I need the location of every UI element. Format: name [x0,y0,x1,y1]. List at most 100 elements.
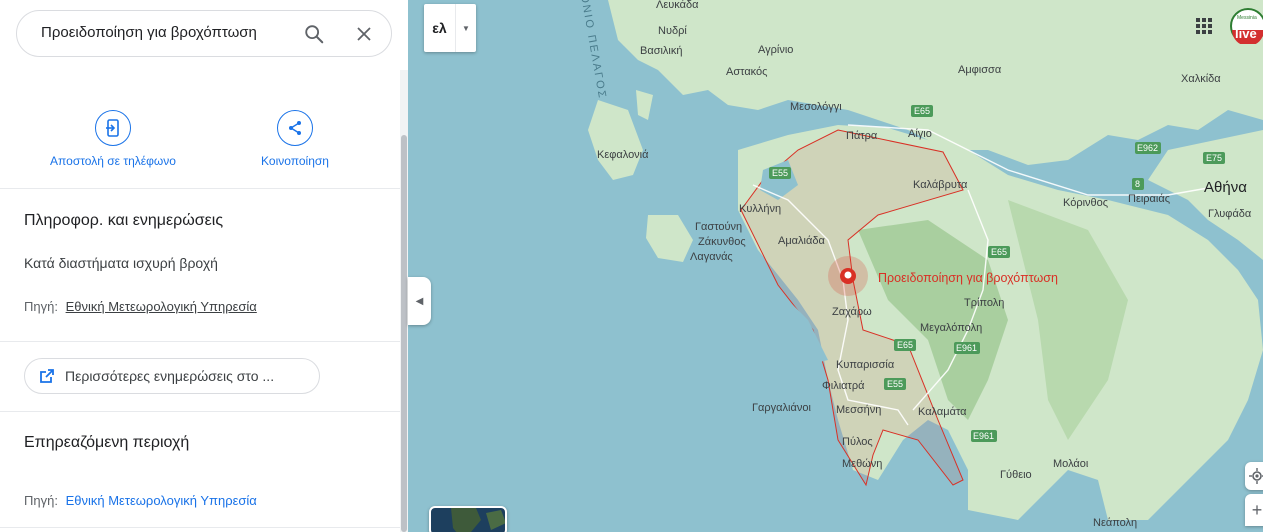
more-updates-label: Περισσότερες ενημερώσεις στο ... [65,368,275,384]
place-label: Νεάπολη [1093,517,1137,529]
language-dropdown-button[interactable]: ▼ [456,4,476,52]
divider [0,341,400,342]
affected-area-heading: Επηρεαζόμενη περιοχή [24,434,190,451]
place-label-capital: Αθήνα [1204,179,1247,196]
road-shield-label: E65 [991,247,1007,257]
road-shield-label: E65 [914,106,930,116]
ithaca-island [636,90,653,120]
place-label: Κυλλήνη [739,203,781,215]
place-label: Μεσσήνη [836,404,881,416]
divider [0,411,400,412]
send-to-phone-icon [106,119,119,137]
warning-description: Κατά διαστήματα ισχυρή βροχή [24,255,218,271]
map-canvas: ΙΟΝΙΟ ΠΕΛΑΓΟΣ Λευκάδα Νυδρί Βασιλική Αγρ… [577,0,1263,529]
logo-top-text: Messinia [1237,15,1257,21]
place-label: Μεγαλόπολη [920,322,982,334]
place-label: Αμφισσα [958,64,1002,76]
apps-grid-icon [1196,18,1212,34]
road-shield-label: E961 [956,343,977,353]
road-shield-label: E55 [772,168,788,178]
messinia-live-logo[interactable]: Messinia live [1230,8,1263,46]
send-to-phone-icon-circle [95,110,131,146]
crosshair-icon [1249,468,1263,484]
caret-down-icon: ▼ [462,23,470,33]
map-view[interactable]: ΙΟΝΙΟ ΠΕΛΑΓΟΣ Λευκάδα Νυδρί Βασιλική Αγρ… [408,0,1263,532]
my-location-button[interactable] [1245,462,1263,490]
close-icon [357,27,371,41]
share-icon [289,121,301,135]
road-shield-label: E961 [973,431,994,441]
sidebar-panel: Αποστολή σε τηλέφωνο Κοινοποίηση Πληροφο… [0,0,408,532]
chevron-left-icon: ◀ [415,295,424,307]
send-to-phone-button[interactable]: Αποστολή σε τηλέφωνο [38,110,188,168]
warning-map-label: Προειδοποίηση για βροχόπτωση [878,271,1058,285]
divider [0,527,400,528]
search-input[interactable] [41,24,281,41]
info-heading: Πληροφορ. και ενημερώσεις [24,212,224,229]
language-button[interactable]: ελ [424,4,456,52]
place-label: Κόρινθος [1063,197,1108,209]
place-label: Καλάβρυτα [913,179,968,191]
sea-label: ΙΟΝΙΟ ΠΕΛΑΓΟΣ [577,0,608,100]
place-label: Χαλκίδα [1181,73,1221,85]
zoom-in-button[interactable]: + [1245,494,1263,526]
place-label: Αγρίνιο [758,44,793,56]
external-link-icon [40,369,54,383]
divider [0,188,400,189]
place-label: Μεθώνη [842,458,882,470]
clear-search-button[interactable] [351,21,377,47]
language-switcher: ελ ▼ [424,4,476,52]
place-label: Λευκάδα [656,0,699,11]
place-label: Κυπαρισσία [836,359,895,371]
source-link[interactable]: Εθνική Μετεωρολογική Υπηρεσία [66,299,257,314]
source-label: Πηγή: [24,299,58,314]
search-box [16,10,392,57]
place-label: Πύλος [842,436,873,448]
layers-satellite-toggle[interactable] [429,506,507,532]
place-label: Γαστούνη [695,221,742,233]
affected-source: Πηγή: Εθνική Μετεωρολογική Υπηρεσία [24,493,257,508]
place-label: Αστακός [726,66,767,78]
place-label: Λαγανάς [690,251,733,263]
place-label: Βασιλική [640,45,683,57]
search-icon [305,25,324,44]
place-label: Γαργαλιάνοι [752,402,811,414]
zakynthos-island [646,215,693,262]
source-label: Πηγή: [24,493,58,508]
share-button[interactable]: Κοινοποίηση [220,110,370,168]
place-label: Πάτρα [846,130,878,142]
logo-text: live [1235,26,1257,41]
place-label: Ζαχάρω [832,306,872,318]
search-button[interactable] [301,21,327,47]
info-source: Πηγή: Εθνική Μετεωρολογική Υπηρεσία [24,299,257,314]
scrollbar-thumb[interactable] [401,135,407,532]
road-shield-label: E75 [1206,153,1222,163]
kefalonia-island [588,100,643,180]
place-label: Αίγιο [908,128,932,140]
place-label: Καλαμάτα [918,406,967,418]
more-updates-button[interactable]: Περισσότερες ενημερώσεις στο ... [24,358,320,394]
cloud-rain-icon [844,271,852,279]
place-label: Φιλιατρά [822,380,865,392]
collapse-panel-button[interactable]: ◀ [408,277,431,325]
send-to-phone-label: Αποστολή σε τηλέφωνο [50,154,176,168]
place-label: Κεφαλονιά [597,149,649,161]
place-label: Νυδρί [658,25,687,37]
place-label: Γύθειο [1000,469,1032,481]
place-label: Πειραιάς [1128,193,1170,205]
share-icon-circle [277,110,313,146]
road-shield-label: E962 [1137,143,1158,153]
road-shield-label: E55 [887,379,903,389]
source-link[interactable]: Εθνική Μετεωρολογική Υπηρεσία [66,493,257,508]
place-label: Μεσολόγγι [790,101,842,113]
share-label: Κοινοποίηση [261,154,329,168]
road-shield-label: 8 [1135,179,1140,189]
messinia-live-logo-graphic: Messinia live [1230,8,1263,46]
road-shield-label: E65 [897,340,913,350]
apps-button[interactable] [1194,16,1214,36]
place-label: Μολάοι [1053,458,1089,470]
satellite-thumbnail-icon [451,508,505,532]
place-label: Τρίπολη [964,297,1004,309]
place-label: Γλυφάδα [1208,208,1252,220]
place-label: Αμαλιάδα [778,235,825,247]
